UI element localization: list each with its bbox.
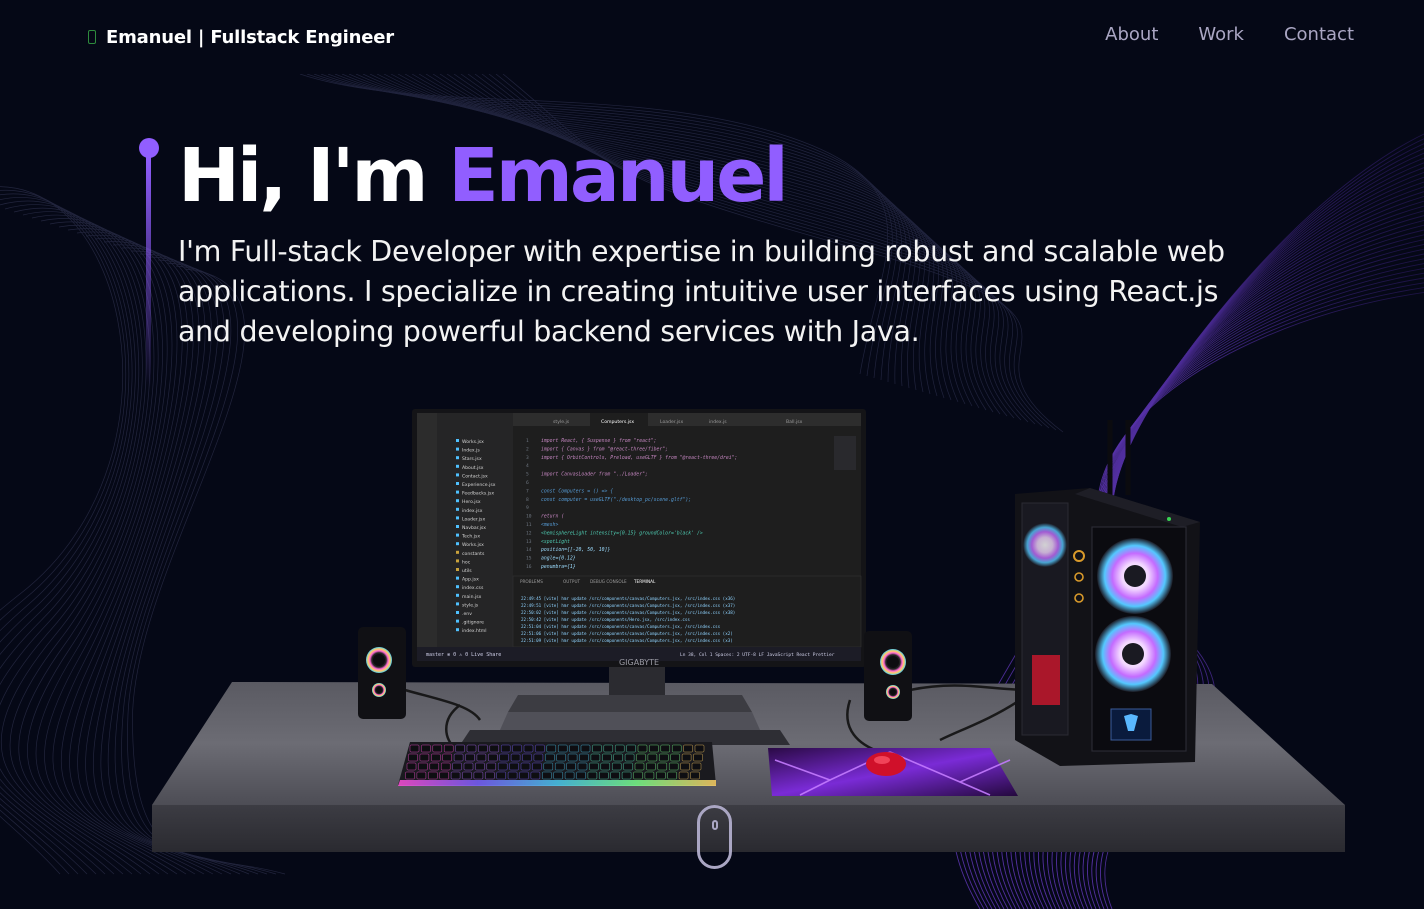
hero-accent-line xyxy=(146,156,151,388)
mouse-scroll-icon xyxy=(712,820,718,830)
nav-link-about[interactable]: About xyxy=(1105,24,1158,45)
scroll-down-button[interactable] xyxy=(697,805,732,869)
hero-title: Hi, I'm Emanuel xyxy=(178,128,789,224)
nav-link-contact[interactable]: Contact xyxy=(1284,24,1354,45)
hero-name: Emanuel xyxy=(448,133,789,219)
navbar: Emanuel | Fullstack Engineer About Work … xyxy=(0,0,1424,74)
nav-links: About Work Contact xyxy=(1105,24,1354,45)
logo-link[interactable]: Emanuel | Fullstack Engineer xyxy=(88,24,394,50)
logo-icon xyxy=(88,30,96,44)
hero-greeting: Hi, I'm xyxy=(178,133,449,219)
logo-text: Emanuel | Fullstack Engineer xyxy=(106,26,394,48)
hero-description: I'm Full-stack Developer with expertise … xyxy=(178,235,1225,348)
hero-accent-dot xyxy=(139,138,159,158)
nav-link-work[interactable]: Work xyxy=(1198,24,1244,45)
